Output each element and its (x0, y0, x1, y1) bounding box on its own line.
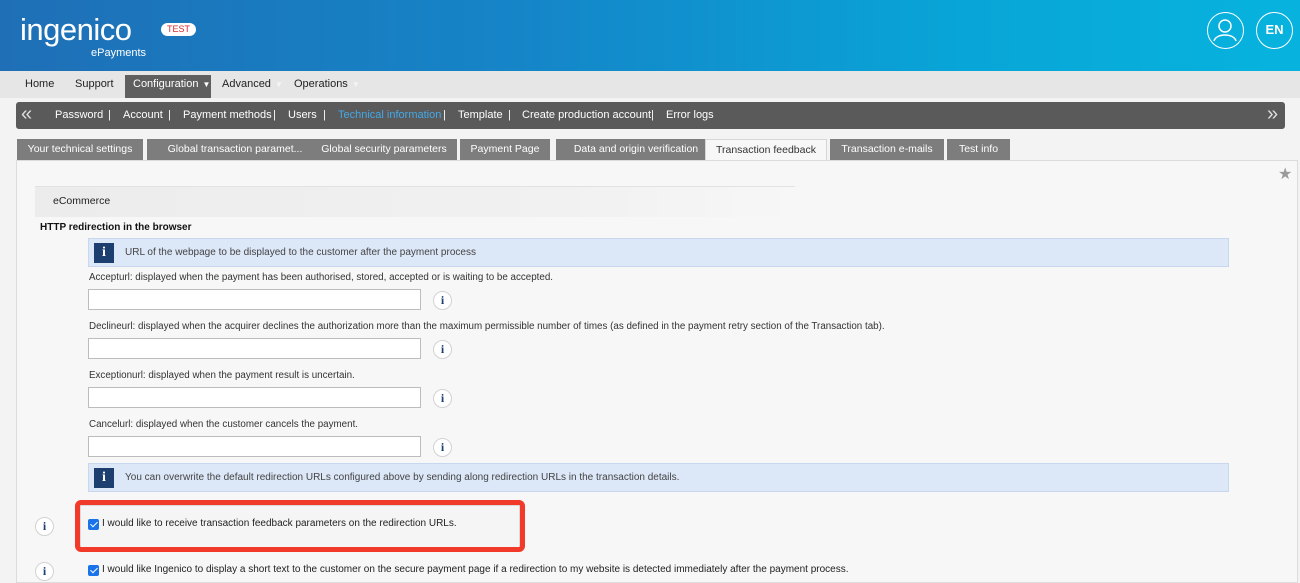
sub-navigation: « Password | Account | Payment methods |… (16, 102, 1285, 129)
subnav-account[interactable]: Account (123, 102, 163, 129)
logo-subtext: ePayments (91, 47, 147, 59)
tab-test-info[interactable]: Test info (947, 139, 1010, 160)
caret-down-icon: ▼ (351, 80, 360, 89)
info-message-urls: i URL of the webpage to be displayed to … (88, 238, 1229, 267)
block-title: HTTP redirection in the browser (40, 222, 192, 233)
menu-home-label: Home (25, 78, 55, 90)
separator: | (323, 109, 326, 121)
menu-home[interactable]: Home (17, 75, 62, 98)
user-account-button[interactable] (1207, 12, 1244, 49)
menu-support[interactable]: Support (67, 75, 122, 98)
short-text-checkbox[interactable] (88, 565, 99, 576)
subnav-template[interactable]: Template (458, 102, 503, 129)
separator: | (168, 109, 171, 121)
short-text-label: I would like Ingenico to display a short… (102, 564, 849, 575)
subnav-technical-information[interactable]: Technical information (338, 102, 441, 129)
info-icon: i (94, 468, 114, 488)
info-icon: i (94, 243, 114, 263)
user-icon (1213, 19, 1237, 42)
subnav-users[interactable]: Users (288, 102, 317, 129)
exceptionurl-input[interactable] (88, 387, 421, 408)
separator: | (273, 109, 276, 121)
subnav-payment-methods[interactable]: Payment methods (183, 102, 272, 129)
declineurl-input[interactable] (88, 338, 421, 359)
info-text: You can overwrite the default redirectio… (125, 472, 680, 483)
menu-configuration-label: Configuration (133, 78, 199, 90)
subnav-password[interactable]: Password (55, 102, 103, 129)
cancelurl-input[interactable] (88, 436, 421, 457)
cancelurl-help-icon[interactable]: i (433, 438, 452, 457)
declineurl-help-icon[interactable]: i (433, 340, 452, 359)
tab-data-and-origin-verification[interactable]: Data and origin verification (556, 139, 716, 160)
top-header: ingenico ePayments TEST EN (0, 0, 1300, 71)
accepturl-help-icon[interactable]: i (433, 291, 452, 310)
separator: | (108, 109, 111, 121)
exceptionurl-label: Exceptionurl: displayed when the payment… (89, 370, 355, 381)
feedback-parameters-checkbox[interactable] (88, 519, 99, 530)
environment-badge: TEST (161, 23, 196, 36)
feedback-parameters-label: I would like to receive transaction feed… (102, 518, 457, 529)
favorite-star-icon[interactable]: ★ (1278, 164, 1292, 184)
feedback-help-icon[interactable]: i (35, 517, 54, 536)
menu-advanced[interactable]: Advanced ▼ (214, 75, 291, 98)
separator: | (651, 109, 654, 121)
ingenico-logo[interactable]: ingenico ePayments (20, 12, 146, 60)
settings-tabs: Your technical settings Global transacti… (17, 139, 1297, 161)
info-message-overwrite: i You can overwrite the default redirect… (88, 463, 1229, 492)
logo-text: ingenico (20, 12, 132, 47)
accepturl-input[interactable] (88, 289, 421, 310)
subnav-error-logs[interactable]: Error logs (666, 102, 714, 129)
section-title: eCommerce (53, 195, 111, 207)
scroll-right-icon[interactable]: » (1267, 102, 1278, 129)
menu-support-label: Support (75, 78, 114, 90)
language-button[interactable]: EN (1256, 12, 1293, 49)
tab-your-technical-settings[interactable]: Your technical settings (17, 139, 143, 160)
tab-transaction-emails[interactable]: Transaction e-mails (830, 139, 944, 160)
tab-transaction-feedback[interactable]: Transaction feedback (705, 139, 827, 161)
exceptionurl-help-icon[interactable]: i (433, 389, 452, 408)
declineurl-label: Declineurl: displayed when the acquirer … (89, 321, 885, 332)
menu-operations-label: Operations (294, 78, 348, 90)
caret-down-icon: ▼ (274, 80, 283, 89)
subnav-create-production-account[interactable]: Create production account (522, 102, 651, 129)
separator: | (508, 109, 511, 121)
tab-payment-page[interactable]: Payment Page (460, 139, 550, 160)
tab-global-transaction-parameters[interactable]: Global transaction paramet... (147, 139, 323, 160)
section-header: eCommerce (35, 186, 795, 217)
menu-operations[interactable]: Operations ▼ (286, 75, 368, 98)
tab-global-security-parameters[interactable]: Global security parameters (311, 139, 457, 160)
cancelurl-label: Cancelurl: displayed when the customer c… (89, 419, 359, 430)
menu-advanced-label: Advanced (222, 78, 271, 90)
accepturl-label: Accepturl: displayed when the payment ha… (89, 272, 554, 283)
info-text: URL of the webpage to be displayed to th… (125, 247, 476, 258)
separator: | (443, 109, 446, 121)
menu-configuration[interactable]: Configuration ▼ (125, 75, 211, 98)
main-menu: Home Support Configuration ▼ Advanced ▼ Op… (0, 71, 1300, 98)
caret-down-icon: ▼ (202, 80, 211, 89)
scroll-left-icon[interactable]: « (21, 102, 32, 129)
short-text-help-icon[interactable]: i (35, 562, 54, 581)
